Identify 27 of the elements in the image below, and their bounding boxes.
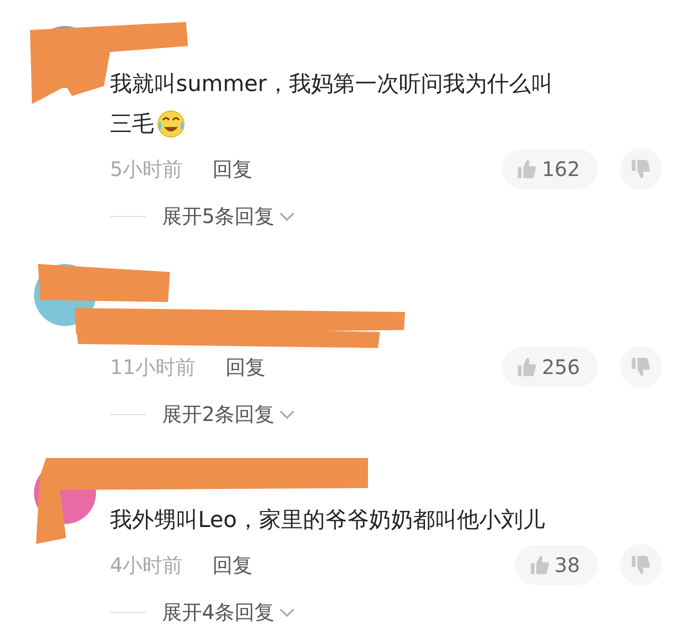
expand-replies-button[interactable]: 展开4条回复	[162, 598, 295, 626]
thumbs-up-icon	[516, 356, 538, 378]
expand-replies-button[interactable]: 展开5条回复	[162, 202, 295, 230]
comment-time: 5小时前	[110, 156, 183, 182]
dislike-button[interactable]	[620, 544, 662, 586]
chevron-down-icon	[278, 408, 295, 420]
dislike-button[interactable]	[620, 148, 662, 190]
reply-link[interactable]: 回复	[212, 552, 253, 578]
thumbs-up-icon	[516, 158, 538, 180]
thumbs-down-icon	[630, 356, 652, 378]
comment-time: 4小时前	[110, 552, 183, 578]
thumbs-down-icon	[630, 158, 652, 180]
comment-time: 11小时前	[110, 354, 196, 380]
comment-text: 三毛	[110, 111, 154, 139]
like-button[interactable]: 162	[502, 149, 598, 189]
comment-text: 我外甥叫Leo，家里的爷爷奶奶都叫他小刘儿	[110, 507, 545, 535]
thumbs-down-icon	[630, 554, 652, 576]
thumbs-up-icon	[528, 554, 551, 576]
like-button[interactable]: 38	[514, 545, 598, 585]
chevron-down-icon	[278, 606, 295, 618]
expand-replies-button[interactable]: 展开2条回复	[162, 400, 295, 428]
comment-text: 我就叫summer，我妈第一次听问我为什么叫	[110, 71, 553, 99]
reply-link[interactable]: 回复	[225, 354, 266, 380]
dislike-button[interactable]	[620, 346, 662, 388]
reply-link[interactable]: 回复	[212, 156, 253, 182]
chevron-down-icon	[278, 210, 295, 222]
like-button[interactable]: 256	[502, 347, 598, 387]
